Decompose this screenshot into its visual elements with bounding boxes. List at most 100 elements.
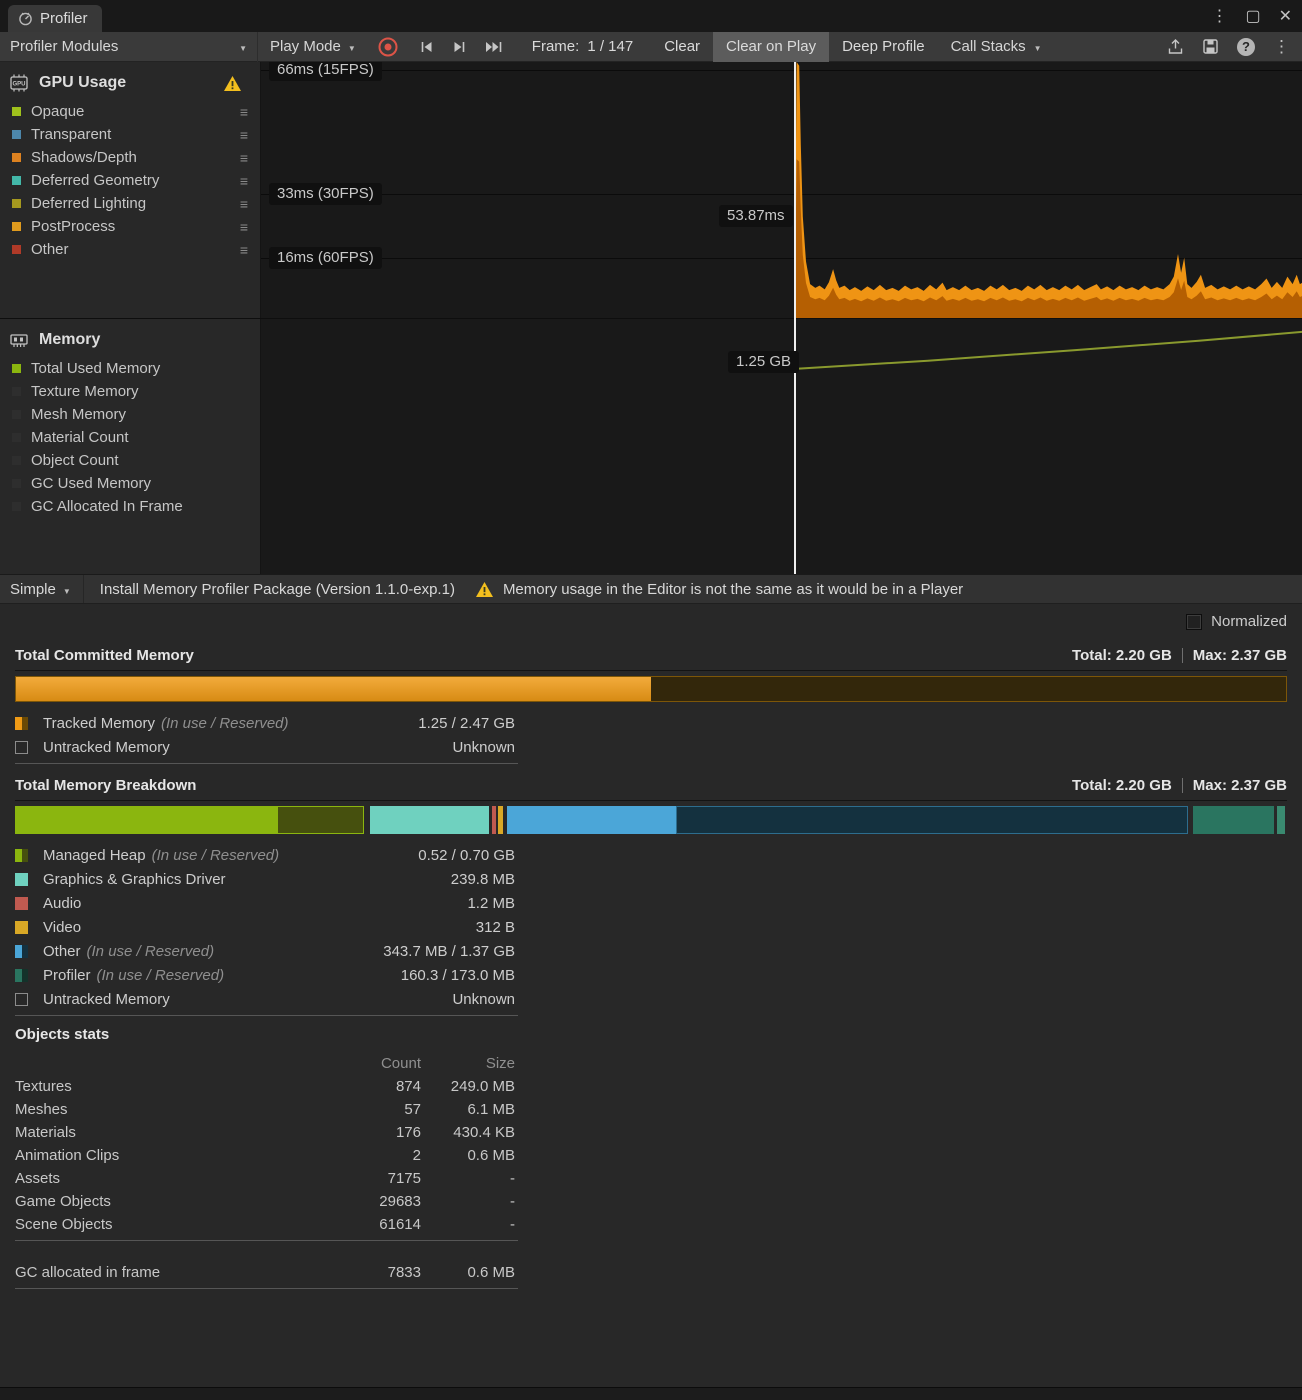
series-label: Opaque: [31, 103, 85, 120]
clear-button[interactable]: Clear: [651, 32, 713, 62]
gpu-module-row: GPU GPU Usage Opaque Transparent Shadows…: [0, 62, 1302, 318]
profiler-gauge-icon: [19, 12, 32, 26]
series-label: Mesh Memory: [31, 406, 127, 423]
managed-heap-swatch: [15, 848, 28, 862]
maximize-icon[interactable]: ▢: [1245, 6, 1260, 26]
memory-value-tooltip: 1.25 GB: [728, 351, 800, 373]
gpu-series-row[interactable]: PostProcess: [0, 215, 260, 238]
series-label: Shadows/Depth: [31, 149, 137, 166]
memory-series-row[interactable]: Total Used Memory: [0, 357, 260, 380]
memory-series-row[interactable]: Texture Memory: [0, 380, 260, 403]
save-profile-icon[interactable]: [1202, 38, 1219, 55]
segment-other-used: [506, 806, 676, 834]
drag-handle-icon[interactable]: [240, 219, 248, 235]
title-bar: Profiler ⋮ ▢ ✕: [0, 0, 1302, 32]
legend-value: 0.52 / 0.70 GB: [418, 846, 515, 864]
gpu-chart[interactable]: 66ms (15FPS) 33ms (30FPS) 16ms (60FPS) 5…: [260, 62, 1302, 318]
memory-detail-toolbar: Simple Install Memory Profiler Package (…: [0, 574, 1302, 604]
table-row-animation-clips: Animation Clips 2 0.6 MB: [15, 1147, 515, 1164]
memory-chip-icon: [10, 334, 28, 347]
series-color-swatch: [12, 199, 21, 208]
tab-profiler[interactable]: Profiler: [8, 5, 102, 32]
tracked-memory-swatch: [15, 716, 28, 730]
gpu-series-row[interactable]: Opaque: [0, 100, 260, 123]
help-icon[interactable]: ?: [1237, 37, 1255, 56]
gpu-series-row[interactable]: Deferred Geometry: [0, 169, 260, 192]
series-color-swatch: [12, 107, 21, 116]
clear-on-play-button[interactable]: Clear on Play: [713, 31, 830, 62]
view-mode-dropdown[interactable]: Simple: [0, 575, 83, 603]
current-frame-icon[interactable]: [484, 39, 504, 55]
legend-label: Untracked Memory: [43, 738, 170, 756]
gpu-series-row[interactable]: Other: [0, 238, 260, 261]
memory-series-row[interactable]: Mesh Memory: [0, 403, 260, 426]
drag-handle-icon[interactable]: [240, 104, 248, 120]
drag-handle-icon[interactable]: [240, 242, 248, 258]
committed-title: Total Committed Memory: [15, 647, 194, 664]
objects-stats-header: Count Size: [15, 1052, 518, 1075]
previous-frame-icon[interactable]: [418, 39, 435, 55]
legend-row-tracked-memory: Tracked Memory (In use / Reserved) 1.25 /…: [15, 711, 518, 735]
drag-handle-icon[interactable]: [240, 127, 248, 143]
total-memory-breakdown-section: Total Memory Breakdown Total: 2.20 GB Ma…: [15, 777, 1287, 1016]
gpu-module-header[interactable]: GPU GPU Usage: [0, 62, 260, 100]
series-label: PostProcess: [31, 218, 116, 235]
segment-graphics: [369, 806, 490, 834]
memory-series-row[interactable]: GC Allocated In Frame: [0, 495, 260, 518]
drag-handle-icon[interactable]: [240, 173, 248, 189]
close-icon[interactable]: ✕: [1279, 6, 1292, 26]
next-frame-icon[interactable]: [451, 39, 468, 55]
other-swatch: [15, 944, 28, 958]
load-profile-icon[interactable]: [1167, 38, 1184, 55]
committed-memory-bar[interactable]: [15, 676, 1287, 702]
gpu-series-row[interactable]: Shadows/Depth: [0, 146, 260, 169]
legend-label: Managed Heap: [43, 846, 146, 864]
breakdown-header: Total Memory Breakdown Total: 2.20 GB Ma…: [15, 777, 1287, 801]
memory-series-row[interactable]: Material Count: [0, 426, 260, 449]
call-stacks-label: Call Stacks: [950, 38, 1026, 55]
series-color-swatch: [12, 176, 21, 185]
memory-series-row[interactable]: Object Count: [0, 449, 260, 472]
window-controls: ⋮ ▢ ✕: [1211, 0, 1292, 32]
play-mode-dropdown[interactable]: Play Mode: [258, 32, 368, 62]
normalized-checkbox[interactable]: [1186, 613, 1203, 630]
table-row-materials: Materials 176 430.4 KB: [15, 1124, 515, 1141]
memory-series-row[interactable]: GC Used Memory: [0, 472, 260, 495]
segment-profiler: [1193, 806, 1274, 834]
deep-profile-button[interactable]: Deep Profile: [829, 32, 938, 62]
frame-counter: Frame: 1 / 147: [532, 38, 633, 55]
profiler-modules-dropdown[interactable]: Profiler Modules: [0, 31, 258, 62]
gpu-series-row[interactable]: Deferred Lighting: [0, 192, 260, 215]
warning-icon: [224, 75, 241, 91]
call-stacks-dropdown[interactable]: Call Stacks: [938, 32, 1055, 62]
legend-label: Video: [43, 918, 82, 936]
tab-title: Profiler: [40, 10, 88, 27]
drag-handle-icon[interactable]: [240, 150, 248, 166]
count-column-header: Count: [380, 1055, 421, 1072]
segment-other-reserved: [675, 806, 1189, 834]
table-row-gc-allocated: GC allocated in frame 7833 0.6 MB: [15, 1264, 515, 1281]
frame-label: Frame:: [531, 38, 580, 55]
legend-label: Profiler: [43, 966, 91, 984]
segment-managed-heap-used: [15, 806, 278, 834]
gridline-label-66ms: 66ms (15FPS): [269, 62, 382, 81]
breakdown-total: Total: 2.20 GB: [1072, 777, 1172, 794]
playhead-line[interactable]: [794, 62, 796, 574]
drag-handle-icon[interactable]: [240, 196, 248, 212]
legend-value: 343.7 MB / 1.37 GB: [383, 942, 515, 960]
kebab-menu-icon[interactable]: ⋮: [1273, 37, 1290, 57]
series-label: Transparent: [31, 126, 112, 143]
gpu-series-row[interactable]: Transparent: [0, 123, 260, 146]
window-menu-icon[interactable]: ⋮: [1211, 6, 1227, 26]
memory-module-header[interactable]: Memory: [0, 319, 260, 357]
legend-row-managed-heap: Managed Heap (In use / Reserved) 0.52 / 0…: [15, 843, 518, 867]
frame-value: 1 / 147: [587, 38, 634, 55]
segment-managed-heap-reserved: [277, 806, 364, 834]
memory-chart[interactable]: 1.25 GB: [260, 319, 1302, 575]
install-memory-profiler-button[interactable]: Install Memory Profiler Package (Version…: [84, 581, 471, 598]
total-committed-memory-section: Total Committed Memory Total: 2.20 GB Ma…: [15, 647, 1287, 764]
record-button[interactable]: [376, 35, 400, 59]
divider: [15, 1288, 518, 1289]
breakdown-memory-bar[interactable]: [15, 806, 1287, 834]
play-mode-label: Play Mode: [270, 38, 341, 55]
